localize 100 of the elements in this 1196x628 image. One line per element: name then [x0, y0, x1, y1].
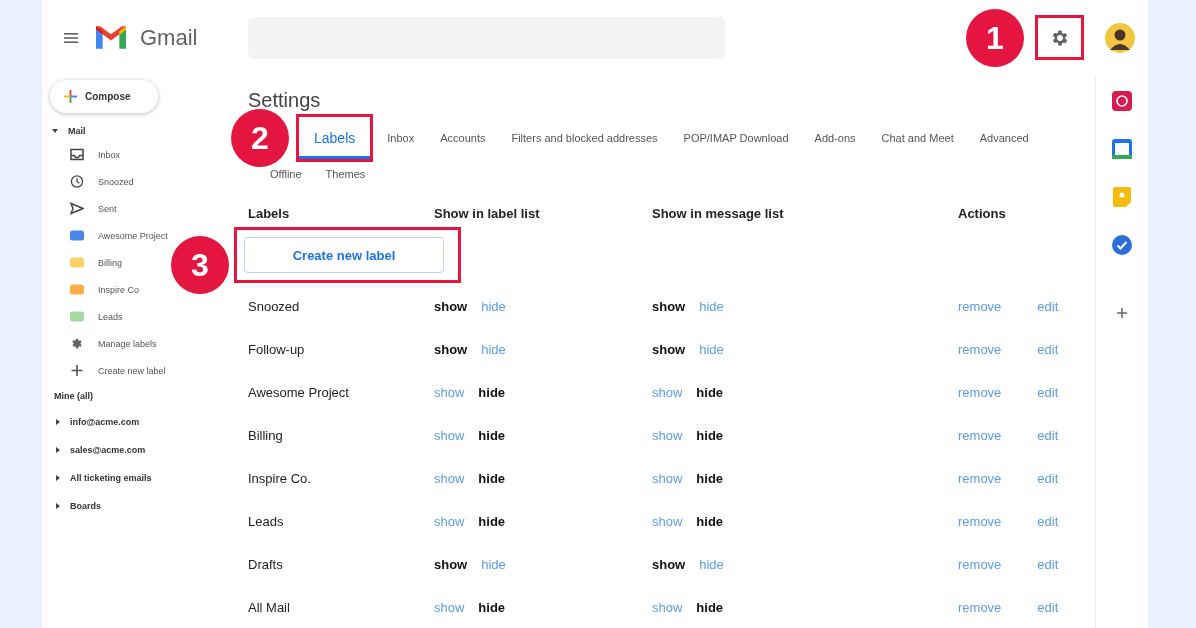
sidebar-item[interactable]: Snoozed: [50, 168, 134, 195]
label-icon: [70, 229, 84, 242]
settings-tab[interactable]: Filters and blocked addresses: [501, 132, 668, 144]
option-link[interactable]: show: [652, 385, 683, 400]
sidebar-group[interactable]: Boards: [70, 501, 101, 511]
label-icon: [70, 256, 84, 269]
sidebar-group[interactable]: sales@acme.com: [70, 445, 146, 455]
settings-tab[interactable]: Add-ons: [804, 132, 866, 144]
option-link[interactable]: hide: [481, 299, 506, 314]
option-link[interactable]: show: [652, 514, 683, 529]
plus-icon: [70, 364, 84, 377]
create-label-button[interactable]: Create new label: [244, 237, 444, 273]
step-badge: 2: [231, 109, 289, 167]
option-text: hide: [478, 600, 506, 615]
m-logo-icon: [96, 26, 126, 49]
settings-tab[interactable]: Themes: [315, 168, 376, 180]
sidebar-item[interactable]: Inspire Co: [50, 276, 140, 303]
expand-arrow-icon[interactable]: [56, 447, 60, 453]
action-link[interactable]: edit: [1037, 600, 1059, 615]
settings-tab[interactable]: Accounts: [430, 132, 496, 144]
action-link[interactable]: remove: [958, 299, 1002, 314]
expand-arrow-icon[interactable]: [52, 128, 58, 133]
option-text: show: [434, 342, 468, 357]
plus-icon[interactable]: [1116, 307, 1128, 319]
column-header: Actions: [958, 205, 1007, 221]
option-text: hide: [478, 385, 506, 400]
step-badge: 3: [171, 236, 229, 294]
action-link[interactable]: edit: [1037, 299, 1059, 314]
option-link[interactable]: show: [652, 471, 683, 486]
expand-arrow-icon[interactable]: [56, 503, 60, 509]
option-link[interactable]: show: [434, 600, 465, 615]
sidebar-item[interactable]: Sent: [50, 195, 117, 222]
option-text: show: [652, 557, 686, 572]
option-text: show: [434, 299, 468, 314]
label-name: Follow-up: [248, 342, 306, 357]
avatar[interactable]: [1105, 22, 1135, 53]
compose-button[interactable]: Compose: [50, 80, 158, 113]
sidebar-group[interactable]: All ticketing emails: [70, 473, 152, 483]
sidebar-group[interactable]: info@acme.com: [70, 417, 140, 427]
action-link[interactable]: remove: [958, 600, 1002, 615]
settings-tab[interactable]: Offline: [260, 168, 312, 180]
action-link[interactable]: remove: [958, 471, 1002, 486]
step-badge: 1: [966, 9, 1024, 67]
column-header: Show in message list: [652, 205, 785, 221]
settings-tab[interactable]: POP/IMAP Download: [673, 132, 799, 144]
option-link[interactable]: show: [434, 385, 465, 400]
option-link[interactable]: hide: [481, 342, 506, 357]
sidebar-item[interactable]: Billing: [50, 249, 122, 276]
label-icon: [70, 310, 84, 323]
settings-tab[interactable]: Labels: [299, 119, 371, 159]
settings-tab[interactable]: Inbox: [377, 132, 425, 144]
check-icon[interactable]: [1112, 235, 1132, 255]
action-link[interactable]: remove: [958, 428, 1002, 443]
sidebar-item[interactable]: Inbox: [50, 141, 121, 168]
settings-icon: [70, 337, 84, 350]
action-link[interactable]: edit: [1037, 385, 1059, 400]
label-name: Inspire Co.: [248, 471, 312, 486]
app-square-icon[interactable]: [1112, 91, 1132, 111]
option-link[interactable]: hide: [699, 342, 724, 357]
menu-icon[interactable]: [64, 32, 78, 43]
option-link[interactable]: show: [434, 428, 465, 443]
action-link[interactable]: edit: [1037, 514, 1059, 529]
option-link[interactable]: show: [652, 428, 683, 443]
label-name: Leads: [248, 514, 285, 529]
option-link[interactable]: hide: [699, 299, 724, 314]
action-link[interactable]: remove: [958, 557, 1002, 572]
sidebar-item[interactable]: Leads: [50, 303, 123, 330]
option-link[interactable]: hide: [481, 557, 506, 572]
option-text: hide: [696, 385, 724, 400]
action-link[interactable]: remove: [958, 342, 1002, 357]
action-link[interactable]: edit: [1037, 342, 1059, 357]
send-icon: [70, 202, 84, 215]
option-text: show: [652, 342, 686, 357]
expand-arrow-icon[interactable]: [56, 419, 60, 425]
option-text: hide: [478, 471, 506, 486]
option-link[interactable]: show: [434, 514, 465, 529]
option-link[interactable]: show: [434, 471, 465, 486]
action-link[interactable]: remove: [958, 385, 1002, 400]
expand-arrow-icon[interactable]: [56, 475, 60, 481]
product-name: Gmail: [140, 24, 198, 51]
action-link[interactable]: edit: [1037, 428, 1059, 443]
label-name: Drafts: [248, 557, 284, 572]
label-name: All Mail: [248, 600, 291, 615]
option-link[interactable]: show: [652, 600, 683, 615]
clock-icon: [70, 175, 84, 188]
section-label: Mine (all): [53, 390, 94, 403]
sidebar-item[interactable]: Manage labels: [50, 330, 157, 357]
action-link[interactable]: remove: [958, 514, 1002, 529]
calendar-icon[interactable]: [1112, 139, 1132, 159]
option-link[interactable]: hide: [699, 557, 724, 572]
sidebar-item[interactable]: Create new label: [50, 357, 166, 384]
option-text: hide: [478, 428, 506, 443]
sidebar-item[interactable]: Awesome Project: [50, 222, 168, 249]
settings-tab[interactable]: Advanced: [969, 132, 1039, 144]
action-link[interactable]: edit: [1037, 471, 1059, 486]
settings-tab[interactable]: Chat and Meet: [871, 132, 964, 144]
label-icon: [70, 283, 84, 296]
option-text: hide: [696, 514, 724, 529]
label-name: Awesome Project: [248, 385, 350, 400]
action-link[interactable]: edit: [1037, 557, 1059, 572]
